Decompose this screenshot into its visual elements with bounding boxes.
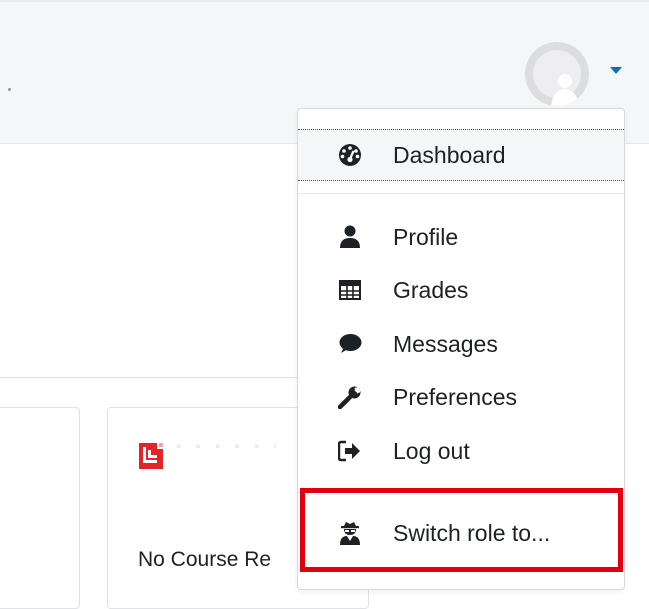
avatar-placeholder-icon: [525, 42, 589, 106]
navbar-top-border: [0, 0, 649, 2]
comment-icon: [338, 332, 362, 356]
menu-item-logout[interactable]: Log out: [298, 428, 624, 474]
menu-item-dashboard[interactable]: Dashboard: [298, 129, 624, 181]
menu-item-grades[interactable]: Grades: [298, 267, 624, 313]
menu-item-label: Switch role to...: [393, 520, 551, 546]
course-card-left[interactable]: [0, 407, 80, 609]
menu-item-label: Preferences: [393, 384, 518, 410]
menu-divider: [298, 492, 624, 493]
wrench-icon: [338, 385, 362, 409]
menu-divider: [298, 193, 624, 194]
menu-item-preferences[interactable]: Preferences: [298, 374, 624, 420]
user-avatar[interactable]: [525, 42, 589, 106]
section-divider: [0, 377, 300, 378]
nav-link-fragment[interactable]: [8, 88, 11, 91]
course-card-text: No Course Re: [138, 548, 272, 571]
course-title-blurred: ▪ ▪ ▪ ▪ ▪ ▪: [176, 438, 276, 455]
menu-item-label: Messages: [393, 331, 498, 357]
sign-out-icon: [338, 439, 362, 463]
user-menu-toggle-caret-icon[interactable]: [610, 67, 622, 74]
table-icon: [338, 278, 362, 302]
menu-item-label: Log out: [393, 438, 470, 464]
menu-item-messages[interactable]: Messages: [298, 321, 624, 367]
menu-item-label: Dashboard: [393, 142, 506, 168]
course-logo-icon: [139, 441, 165, 469]
menu-item-label: Grades: [393, 277, 469, 303]
menu-item-label: Profile: [393, 224, 459, 250]
tachometer-icon: [338, 143, 362, 167]
user-menu-dropdown: Dashboard Profile Grades Messages Prefer…: [297, 108, 625, 590]
user-icon: [338, 225, 362, 249]
menu-item-profile[interactable]: Profile: [298, 214, 624, 260]
menu-item-switch-role[interactable]: Switch role to...: [298, 510, 624, 556]
user-secret-icon: [338, 521, 362, 545]
